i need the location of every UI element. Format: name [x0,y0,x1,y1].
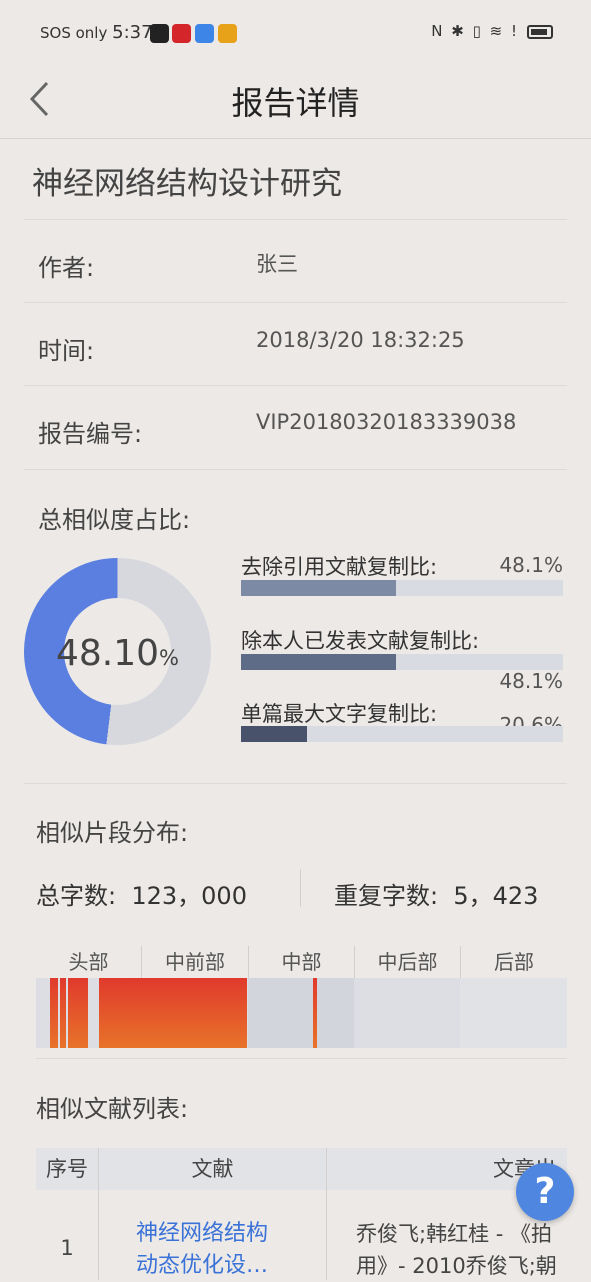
top-nav: 报告详情 [0,66,591,139]
row-index: 1 [60,1236,74,1260]
similar-fragment [313,978,317,1048]
segment-front-middle: 中前部 [165,950,225,974]
reference-source-line: 用》- 2010乔俊飞;朝 [356,1254,557,1278]
reference-source: 乔俊飞;韩红桂 - 《拍 用》- 2010乔俊飞;朝 [356,1218,567,1282]
similarity-section-label: 总相似度占比: [38,506,191,534]
donut-unit: % [159,646,180,670]
battery-icon [527,25,553,39]
divider [24,302,567,303]
app-notification-icon [218,24,237,43]
donut-number: 48.10 [55,633,160,674]
status-icons: N ✱ ▯ ≋ ! [431,22,519,40]
divider [24,385,567,386]
bar-label-excluding-own: 除本人已发表文献复制比: [241,629,480,653]
help-icon: ? [534,1171,556,1212]
progress-fill [241,726,308,742]
back-button[interactable] [28,80,50,125]
app-notification-icon [150,24,169,43]
status-time: 5:37 [112,22,153,43]
total-words-value: 123，000 [131,882,247,910]
similar-fragment [50,978,58,1048]
app-notification-icon [172,24,191,43]
similar-fragment [99,978,247,1048]
divider [36,1058,567,1059]
page-title: 报告详情 [231,84,360,122]
carrier-text: SOS only [40,24,108,42]
report-id-value: VIP20180320183339038 [256,410,517,434]
progress-track [241,726,563,742]
reference-source-line: 乔俊飞;韩红桂 - 《拍 [356,1222,553,1246]
bar-label-max-single: 单篇最大文字复制比: [241,702,438,726]
column-divider [326,1148,327,1280]
column-header-document: 文献 [99,1148,326,1190]
segment-middle: 中部 [281,950,322,974]
chevron-left-icon [29,81,49,117]
segment-back-middle: 中后部 [377,950,438,974]
progress-fill [241,580,396,596]
time-value: 2018/3/20 18:32:25 [256,328,465,352]
bar-label-excluding-citations: 去除引用文献复制比: [241,555,438,579]
fragment-distribution-bar [36,978,567,1048]
report-title: 神经网络结构设计研究 [32,166,342,202]
app-notification-icon [195,24,214,43]
similar-fragment [68,978,88,1048]
segment-tail: 后部 [494,950,534,974]
report-id-label: 报告编号: [38,420,143,448]
author-label: 作者: [38,254,95,282]
divider [24,783,567,784]
column-divider [98,1148,99,1280]
duplicate-words-value: 5，423 [453,882,539,910]
bar-value-excluding-citations: 48.1% [499,553,563,577]
time-label: 时间: [38,337,95,365]
bar-value-excluding-own: 48.1% [499,669,563,693]
progress-track [241,580,563,596]
reference-title-link[interactable]: 神经网络结构 动态优化设… [136,1218,268,1282]
duplicate-words: 重复字数: 5，423 [334,876,538,911]
progress-track [241,654,563,670]
segment-band [248,978,354,1048]
help-button[interactable]: ? [516,1163,574,1221]
divider [300,869,301,907]
segment-band [460,978,567,1048]
similar-fragment [60,978,66,1048]
reference-title-line[interactable]: 动态优化设… [136,1250,268,1282]
divider [24,219,567,220]
similarity-donut-chart: 48.10% [24,558,211,745]
column-header-index: 序号 [36,1148,98,1190]
status-left: SOS only 5:37 [40,22,153,43]
total-words: 总字数: 123，000 [36,876,247,911]
reference-title-line[interactable]: 神经网络结构 [136,1218,268,1250]
segment-head: 头部 [68,950,109,974]
author-value: 张三 [256,252,298,276]
references-section-label: 相似文献列表: [36,1095,189,1123]
donut-value: 48.10% [24,633,211,674]
progress-fill [241,654,396,670]
fragments-section-label: 相似片段分布: [36,819,189,847]
status-bar: SOS only 5:37 N ✱ ▯ ≋ ! [0,0,591,66]
divider [24,469,567,470]
total-words-label: 总字数: [36,882,117,910]
duplicate-words-label: 重复字数: [334,882,439,910]
